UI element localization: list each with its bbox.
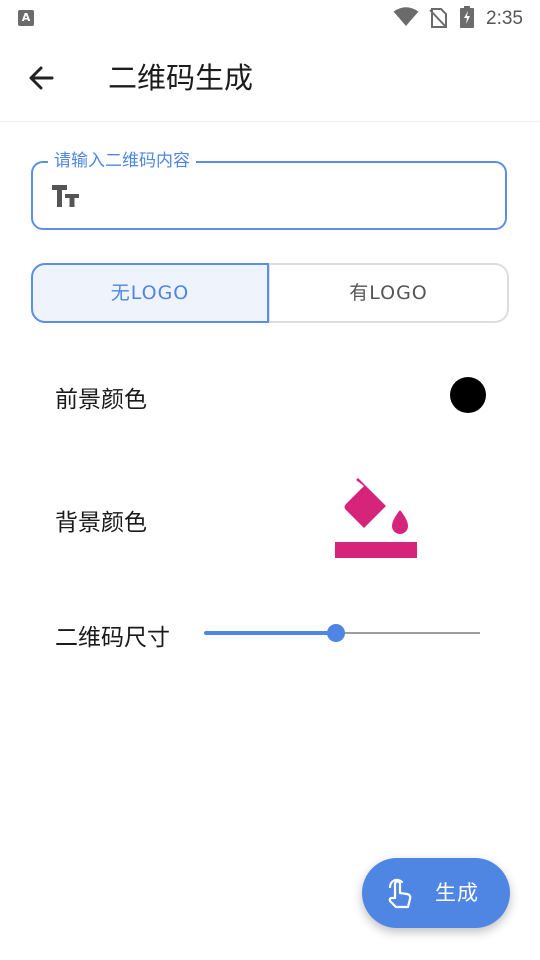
generate-button[interactable]: 生成: [362, 858, 510, 928]
qr-content-label: 请输入二维码内容: [48, 150, 196, 172]
no-logo-option[interactable]: 无LOGO: [31, 263, 269, 323]
status-bar: A 2:35: [0, 0, 540, 38]
qr-size-label: 二维码尺寸: [55, 625, 170, 651]
no-sim-icon: [429, 8, 447, 28]
foreground-color-swatch[interactable]: [450, 377, 486, 413]
foreground-color-label: 前景颜色: [55, 387, 147, 413]
logo-toggle: 无LOGO 有LOGO: [31, 263, 509, 323]
generate-label: 生成: [435, 881, 479, 905]
touch-hand-icon: [388, 878, 412, 909]
paint-bucket-icon[interactable]: [334, 476, 418, 560]
app-bar: 二维码生成: [0, 38, 540, 122]
background-color-label: 背景颜色: [55, 510, 147, 536]
text-fields-icon: [52, 185, 79, 207]
battery-charging-icon: [460, 6, 474, 28]
page-title: 二维码生成: [108, 61, 254, 95]
slider-fill: [204, 631, 337, 635]
slider-thumb[interactable]: [327, 624, 346, 642]
arrow-back-icon[interactable]: [22, 58, 62, 98]
qr-size-slider[interactable]: [204, 622, 482, 644]
wifi-icon: [393, 7, 419, 26]
status-time: 2:35: [486, 8, 523, 29]
qr-content-input[interactable]: [93, 175, 497, 219]
with-logo-option[interactable]: 有LOGO: [269, 263, 509, 323]
app-notification-icon: A: [18, 10, 34, 26]
